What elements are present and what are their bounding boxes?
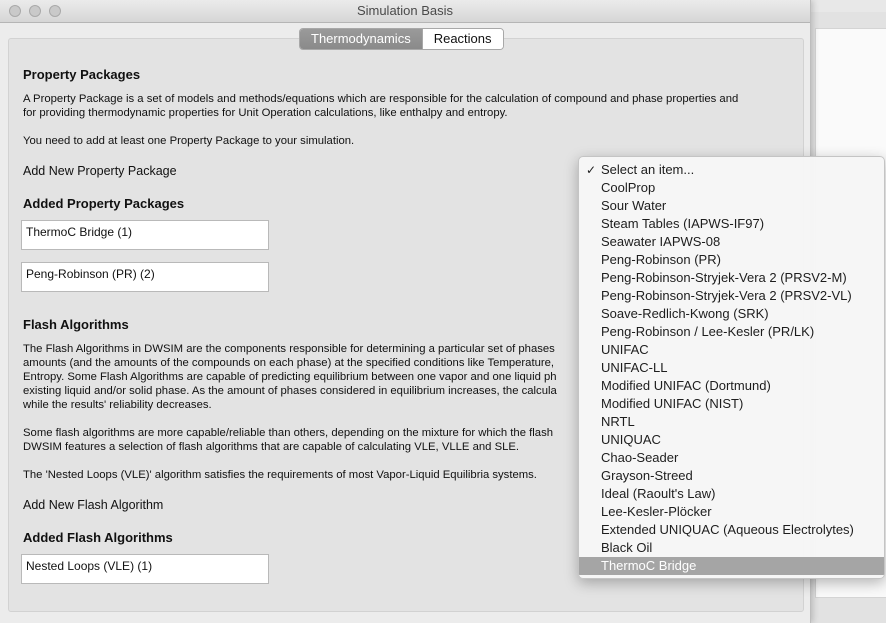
dropdown-item-label: UNIFAC-LL (601, 360, 668, 375)
dropdown-item-label: Modified UNIFAC (Dortmund) (601, 378, 771, 393)
background-window-titlebar (809, 0, 886, 12)
dropdown-item-label: Lee-Kesler-Plöcker (601, 504, 712, 519)
dropdown-item[interactable]: Peng-Robinson / Lee-Kesler (PR/LK) (579, 323, 884, 341)
dropdown-item-label: Peng-Robinson-Stryjek-Vera 2 (PRSV2-M) (601, 270, 847, 285)
dropdown-item[interactable]: Modified UNIFAC (NIST) (579, 395, 884, 413)
dropdown-item[interactable]: Ideal (Raoult's Law) (579, 485, 884, 503)
dropdown-item-label: Black Oil (601, 540, 653, 555)
dropdown-item[interactable]: Grayson-Streed (579, 467, 884, 485)
dropdown-item[interactable]: UNIQUAC (579, 431, 884, 449)
window-title: Simulation Basis (356, 3, 454, 18)
dropdown-item-label: Peng-Robinson-Stryjek-Vera 2 (PRSV2-VL) (601, 288, 852, 303)
tab-thermodynamics[interactable]: Thermodynamics (300, 29, 422, 49)
dropdown-item-label: UNIFAC (601, 342, 649, 357)
dropdown-item[interactable]: CoolProp (579, 179, 884, 197)
dropdown-item-label: Steam Tables (IAPWS-IF97) (601, 216, 765, 231)
dropdown-item[interactable]: ✓ Select an item... (579, 161, 884, 179)
dropdown-item[interactable]: Peng-Robinson-Stryjek-Vera 2 (PRSV2-VL) (579, 287, 884, 305)
dropdown-item-label: Peng-Robinson (PR) (601, 252, 721, 267)
dropdown-item[interactable]: Sour Water (579, 197, 884, 215)
property-packages-note: You need to add at least one Property Pa… (23, 135, 355, 147)
dropdown-item-label: Grayson-Streed (601, 468, 693, 483)
dropdown-item-label: Select an item... (601, 162, 695, 177)
added-property-packages-heading: Added Property Packages (23, 196, 185, 211)
add-flash-algorithm-label: Add New Flash Algorithm (23, 498, 164, 512)
added-property-package-item[interactable]: Peng-Robinson (PR) (2) (21, 262, 269, 292)
checkmark-icon: ✓ (586, 163, 597, 177)
dropdown-item-label: ThermoC Bridge (601, 558, 697, 573)
dropdown-item-label: Soave-Redlich-Kwong (SRK) (601, 306, 769, 321)
description-line: for providing thermodynamic properties f… (23, 107, 508, 119)
tab-reactions[interactable]: Reactions (421, 29, 503, 49)
dropdown-item[interactable]: ThermoC Bridge (579, 557, 884, 575)
description-line: A Property Package is a set of models an… (23, 93, 739, 105)
dropdown-item[interactable]: Seawater IAPWS-08 (579, 233, 884, 251)
dropdown-item[interactable]: Steam Tables (IAPWS-IF97) (579, 215, 884, 233)
dropdown-item[interactable]: Chao-Seader (579, 449, 884, 467)
dropdown-item[interactable]: Soave-Redlich-Kwong (SRK) (579, 305, 884, 323)
dropdown-item[interactable]: Modified UNIFAC (Dortmund) (579, 377, 884, 395)
added-flash-algorithms-heading: Added Flash Algorithms (23, 530, 173, 545)
tab-bar: Thermodynamics Reactions (299, 28, 504, 50)
dropdown-item[interactable]: UNIFAC (579, 341, 884, 359)
added-flash-algorithm-item[interactable]: Nested Loops (VLE) (1) (21, 554, 269, 584)
dropdown-item[interactable]: UNIFAC-LL (579, 359, 884, 377)
added-property-package-item[interactable]: ThermoC Bridge (1) (21, 220, 269, 250)
dropdown-item-label: Chao-Seader (601, 450, 679, 465)
dropdown-item-label: Modified UNIFAC (NIST) (601, 396, 744, 411)
dropdown-item-label: Peng-Robinson / Lee-Kesler (PR/LK) (601, 324, 815, 339)
dropdown-item-label: UNIQUAC (601, 432, 661, 447)
add-property-package-label: Add New Property Package (23, 164, 177, 178)
property-package-dropdown-menu: ✓ Select an item... CoolProp Sour Water Stea… (578, 156, 885, 579)
property-packages-heading: Property Packages (23, 67, 141, 82)
dropdown-item-label: Sour Water (601, 198, 667, 213)
dropdown-item-label: NRTL (601, 414, 635, 429)
dropdown-item-label: Seawater IAPWS-08 (601, 234, 721, 249)
dropdown-item[interactable]: NRTL (579, 413, 884, 431)
titlebar: Simulation Basis (0, 0, 810, 23)
dropdown-item-label: CoolProp (601, 180, 656, 195)
dropdown-item[interactable]: Lee-Kesler-Plöcker (579, 503, 884, 521)
dropdown-item-label: Ideal (Raoult's Law) (601, 486, 716, 501)
dropdown-item[interactable]: Black Oil (579, 539, 884, 557)
dropdown-item[interactable]: Peng-Robinson (PR) (579, 251, 884, 269)
dropdown-item-label: Extended UNIQUAC (Aqueous Electrolytes) (601, 522, 854, 537)
dropdown-item[interactable]: Peng-Robinson-Stryjek-Vera 2 (PRSV2-M) (579, 269, 884, 287)
dropdown-item[interactable]: Extended UNIQUAC (Aqueous Electrolytes) (579, 521, 884, 539)
property-packages-description: A Property Package is a set of models an… (23, 92, 803, 120)
flash-algorithms-heading: Flash Algorithms (23, 317, 129, 332)
